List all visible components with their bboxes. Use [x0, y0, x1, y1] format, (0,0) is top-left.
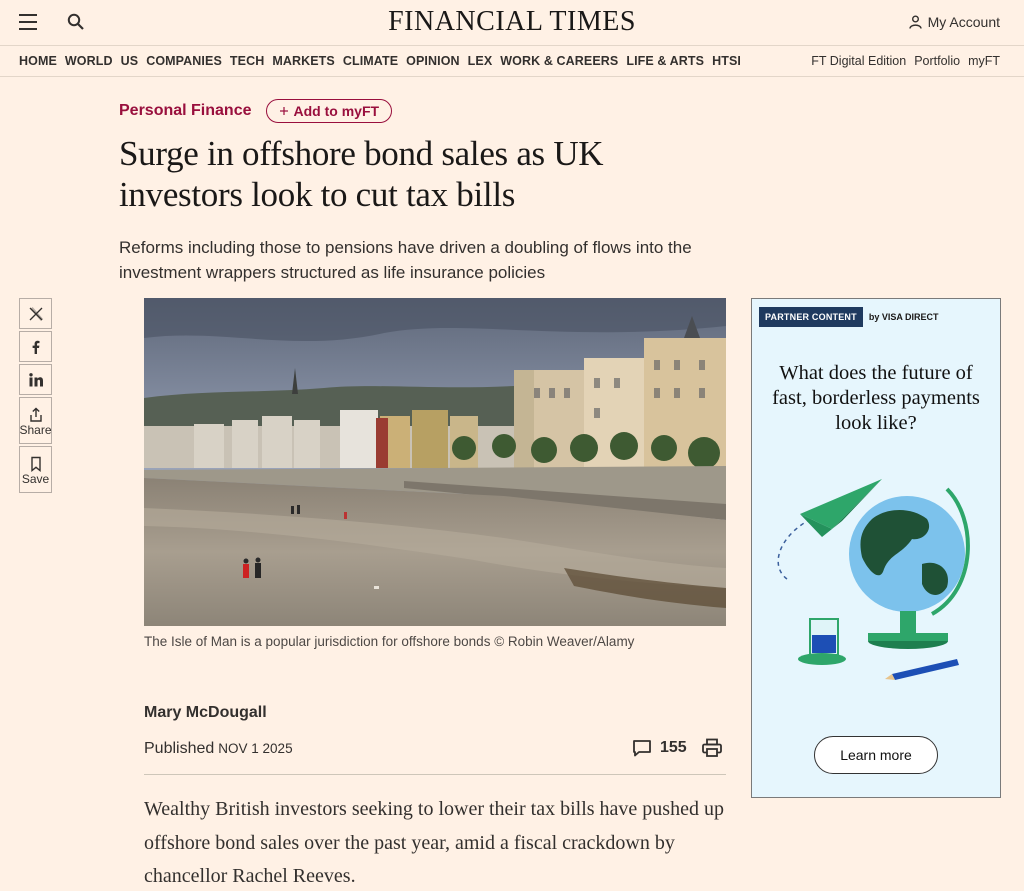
ad-sponsor: by VISA DIRECT — [868, 312, 939, 322]
learn-more-button[interactable]: Learn more — [814, 736, 938, 774]
user-icon — [908, 15, 922, 29]
article-headline: Surge in offshore bond sales as UK inves… — [119, 134, 604, 214]
my-account-link[interactable]: My Account — [908, 14, 1000, 30]
topic-link[interactable]: Personal Finance — [119, 102, 252, 120]
nav-work-careers[interactable]: WORK & CAREERS — [500, 54, 618, 68]
nav-climate[interactable]: CLIMATE — [343, 54, 398, 68]
ad-tag: PARTNER CONTENT by VISA DIRECT — [759, 307, 939, 327]
bookmark-icon — [30, 456, 41, 472]
nav-lex[interactable]: LEX — [468, 54, 493, 68]
nav-htsi[interactable]: HTSI — [712, 54, 741, 68]
author-link[interactable]: Mary McDougall — [144, 704, 267, 722]
main-navigation: HOME WORLD US COMPANIES TECH MARKETS CLI… — [0, 46, 1024, 77]
nav-opinion[interactable]: OPINION — [406, 54, 459, 68]
partner-content-badge: PARTNER CONTENT — [759, 307, 863, 327]
globe-illustration — [777, 479, 970, 680]
add-to-myft-label: Add to myFT — [293, 103, 380, 119]
published-line: Published NOV 1 2025 — [144, 740, 293, 758]
nav-myft[interactable]: myFT — [968, 54, 1000, 68]
plus-icon — [279, 107, 288, 115]
topic-row: Personal Finance Add to myFT — [119, 99, 393, 123]
nav-tech[interactable]: TECH — [230, 54, 264, 68]
published-label: Published — [144, 740, 215, 757]
ad-headline: What does the future of fast, borderless… — [772, 362, 980, 434]
masthead-logo[interactable]: FINANCIAL TIMES — [0, 6, 1024, 38]
x-icon — [29, 306, 43, 321]
article-standfirst: Reforms including those to pensions have… — [119, 238, 692, 282]
partner-ad[interactable]: PARTNER CONTENT by VISA DIRECT What does… — [751, 298, 1001, 798]
nav-companies[interactable]: COMPANIES — [146, 54, 222, 68]
nav-world[interactable]: WORLD — [65, 54, 113, 68]
print-icon[interactable] — [701, 738, 723, 758]
share-x-button[interactable] — [19, 298, 52, 329]
linkedin-icon — [28, 372, 43, 386]
share-icon — [29, 407, 42, 422]
facebook-icon — [32, 340, 39, 354]
published-date: NOV 1 2025 — [218, 741, 293, 756]
add-to-myft-button[interactable]: Add to myFT — [265, 99, 393, 123]
nav-life-arts[interactable]: LIFE & ARTS — [626, 54, 704, 68]
nav-portfolio[interactable]: Portfolio — [914, 54, 960, 68]
my-account-label: My Account — [927, 14, 1000, 30]
image-caption: The Isle of Man is a popular jurisdictio… — [144, 634, 635, 649]
share-label: Share — [19, 422, 52, 437]
comment-icon[interactable] — [632, 739, 652, 757]
article-tools: 155 — [632, 738, 723, 758]
save-label: Save — [21, 471, 50, 486]
site-header: FINANCIAL TIMES My Account — [0, 0, 1024, 46]
nav-us[interactable]: US — [121, 54, 139, 68]
share-button[interactable]: Share — [19, 397, 52, 444]
share-toolbar: Share Save — [19, 298, 52, 495]
share-linkedin-button[interactable] — [19, 364, 52, 395]
article-body-paragraph: Wealthy British investors seeking to low… — [144, 798, 724, 887]
hero-image — [144, 298, 726, 626]
byline-divider — [144, 774, 726, 775]
nav-markets[interactable]: MARKETS — [272, 54, 335, 68]
share-facebook-button[interactable] — [19, 331, 52, 362]
nav-home[interactable]: HOME — [19, 54, 57, 68]
comment-count[interactable]: 155 — [660, 739, 687, 757]
nav-ft-digital-edition[interactable]: FT Digital Edition — [811, 54, 906, 68]
save-button[interactable]: Save — [19, 446, 52, 493]
